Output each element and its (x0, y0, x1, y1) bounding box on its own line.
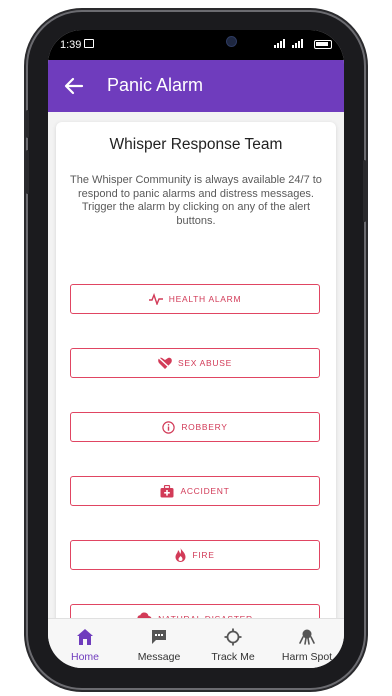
power-button (363, 160, 366, 222)
nav-item-message[interactable]: Message (122, 619, 196, 668)
chat-icon (150, 628, 168, 646)
fire-label: FIRE (192, 550, 215, 560)
accident-label: ACCIDENT (180, 486, 230, 496)
card-title: Whisper Response Team (109, 136, 283, 153)
broken-heart-icon (158, 356, 172, 370)
health-alarm-button[interactable]: HEALTH ALARM (70, 284, 320, 314)
robbery-label: ROBBERY (181, 422, 228, 432)
image-notification-icon (84, 39, 94, 48)
battery-icon (314, 40, 332, 49)
nav-label-harm-spot: Harm Spot (281, 651, 333, 663)
nav-item-track-me[interactable]: Track Me (196, 619, 270, 668)
nav-item-home[interactable]: Home (48, 619, 122, 668)
bottom-navigation: Home Message Track Me Harm Spot (48, 618, 344, 668)
robbery-button[interactable]: ROBBERY (70, 412, 320, 442)
crosshair-icon (224, 628, 242, 646)
nav-label-message: Message (137, 651, 181, 663)
page-title: Panic Alarm (107, 75, 204, 95)
panic-card: Whisper Response Team The Whisper Commun… (56, 122, 336, 642)
front-camera (226, 36, 237, 47)
sex-abuse-label: SEX ABUSE (177, 358, 233, 368)
info-circle-icon (162, 420, 176, 434)
heartbeat-icon (148, 293, 163, 305)
volume-button-2 (26, 150, 29, 194)
fire-icon (175, 548, 186, 562)
phone-screen: 1:39 Panic Alarm Whisper Response Team T… (48, 30, 344, 668)
sex-abuse-button[interactable]: SEX ABUSE (70, 348, 320, 378)
home-icon (76, 628, 94, 646)
fire-button[interactable]: FIRE (70, 540, 320, 570)
health-alarm-label: HEALTH ALARM (168, 294, 242, 304)
nav-item-harm-spot[interactable]: Harm Spot (270, 619, 344, 668)
nav-label-home: Home (70, 651, 99, 663)
status-time: 1:39 (60, 39, 82, 51)
card-description: The Whisper Community is always availabl… (70, 174, 322, 227)
status-bar: 1:39 (48, 30, 344, 60)
hazard-icon (298, 628, 316, 646)
signal-icon (274, 39, 308, 51)
app-bar: Panic Alarm (48, 60, 344, 112)
back-arrow-icon[interactable] (62, 74, 86, 98)
volume-button (26, 110, 29, 138)
accident-button[interactable]: ACCIDENT (70, 476, 320, 506)
first-aid-kit-icon (160, 484, 174, 498)
nav-label-track-me: Track Me (211, 651, 255, 663)
